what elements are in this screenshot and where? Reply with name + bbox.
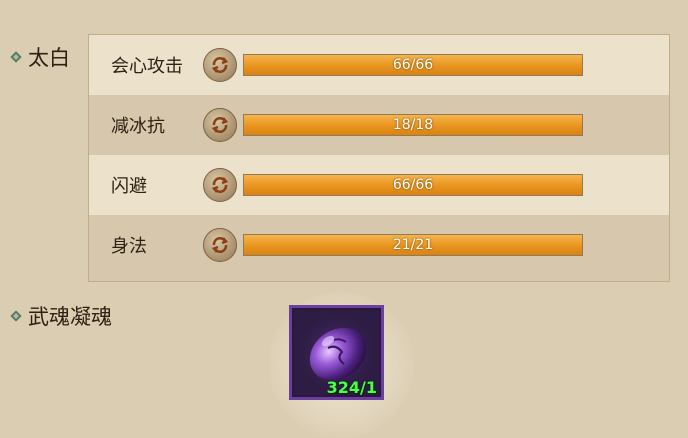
section-title-soul-condense: 武魂凝魂 [10,301,112,331]
item-count-text: 324/1 [326,378,377,397]
refresh-cycle-button[interactable] [203,168,237,202]
stats-panel: 会心攻击 66/66 减冰抗 18/18 闪避 66/66 身法 21/21 [88,34,670,282]
refresh-icon [211,57,229,73]
stat-progress-bar: 66/66 [243,54,583,76]
stat-progress-text: 66/66 [392,57,434,73]
stat-progress-text: 21/21 [392,237,434,253]
stat-label: 闪避 [111,176,147,197]
stat-progress-text: 66/66 [392,177,434,193]
diamond-bullet-icon [10,310,22,322]
stat-row-ice-resist-reduction: 减冰抗 18/18 [89,95,669,155]
refresh-icon [211,117,229,133]
stat-progress-bar: 18/18 [243,114,583,136]
stat-label: 减冰抗 [111,116,165,137]
refresh-cycle-button[interactable] [203,228,237,262]
stat-progress-bar: 66/66 [243,174,583,196]
section-title-text: 太白 [28,46,70,70]
refresh-cycle-button[interactable] [203,108,237,142]
stat-row-crit-attack: 会心攻击 66/66 [89,35,669,95]
section-title-taibai: 太白 [10,42,70,72]
diamond-bullet-icon [10,51,22,63]
section-title-text: 武魂凝魂 [28,305,112,329]
refresh-icon [211,237,229,253]
stat-label: 会心攻击 [111,56,183,77]
stat-row-dodge: 闪避 66/66 [89,155,669,215]
stat-progress-text: 18/18 [392,117,434,133]
refresh-cycle-button[interactable] [203,48,237,82]
stat-label: 身法 [111,236,147,257]
item-slot[interactable]: 324/1 [289,305,384,400]
stat-row-agility: 身法 21/21 [89,215,669,275]
stat-progress-bar: 21/21 [243,234,583,256]
refresh-icon [211,177,229,193]
